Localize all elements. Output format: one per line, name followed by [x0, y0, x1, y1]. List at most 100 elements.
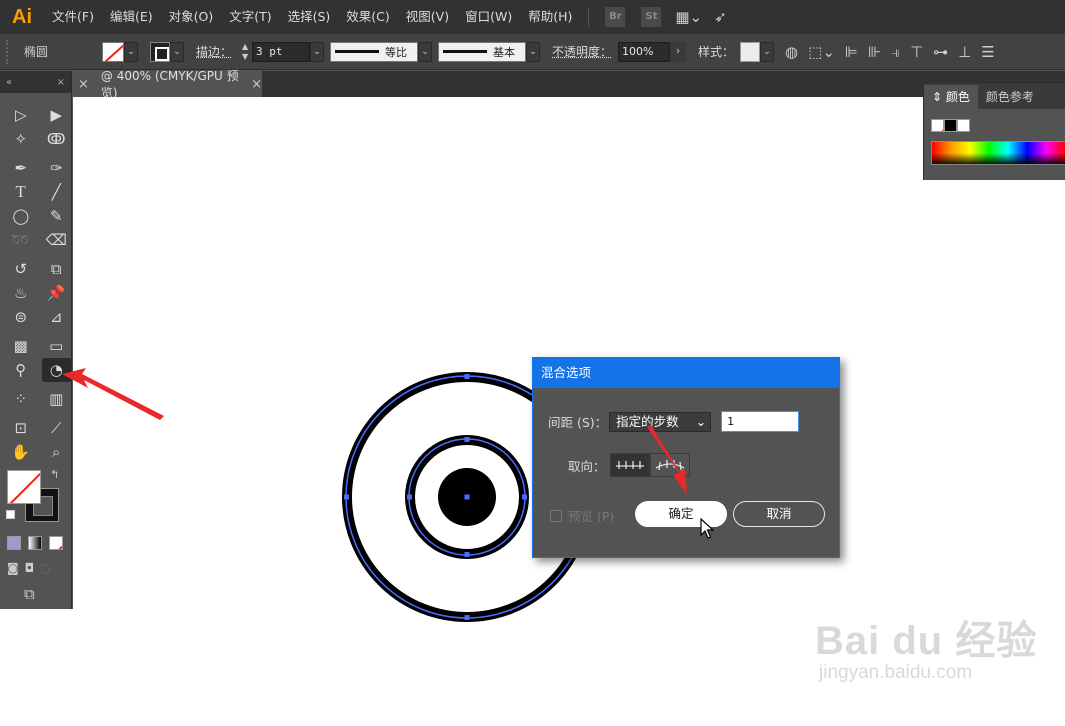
- variable-width-profile[interactable]: 等比: [330, 41, 419, 62]
- align-middle-icon[interactable]: ⊶: [933, 43, 948, 61]
- chevron-down-icon[interactable]: ⌄: [170, 41, 184, 62]
- gradient-tool-icon[interactable]: ▭: [42, 334, 72, 358]
- menu-select[interactable]: 选择(S): [280, 0, 339, 34]
- perspective-grid-tool-icon[interactable]: ⊿: [42, 305, 72, 329]
- zoom-tool-icon[interactable]: ⌕: [42, 440, 72, 464]
- bridge-button[interactable]: Br: [605, 7, 626, 27]
- artboard-canvas-left[interactable]: [0, 609, 73, 726]
- align-right-icon[interactable]: ⫣: [891, 43, 900, 61]
- anchor-point[interactable]: [407, 494, 412, 500]
- magic-wand-tool-icon[interactable]: ✧: [6, 127, 36, 151]
- dialog-title[interactable]: 混合选项: [533, 358, 839, 388]
- document-tab[interactable]: × @ 400% (CMYK/GPU 预览) ×: [72, 69, 262, 100]
- shape-builder-tool-icon[interactable]: ⊜: [6, 305, 36, 329]
- none-mode-icon[interactable]: [49, 536, 63, 550]
- distribute-icon[interactable]: ☰: [981, 43, 994, 61]
- eraser-tool-icon[interactable]: ⌫: [42, 228, 72, 252]
- menu-window[interactable]: 窗口(W): [457, 0, 520, 34]
- white-swatch[interactable]: [957, 119, 970, 132]
- paintbrush-tool-icon[interactable]: ✎: [42, 204, 72, 228]
- screen-mode-icon[interactable]: ⧉: [0, 585, 71, 603]
- selection-tool-icon[interactable]: ▷: [6, 103, 36, 127]
- menu-edit[interactable]: 编辑(E): [102, 0, 161, 34]
- stroke-weight-input[interactable]: 3 pt: [252, 41, 311, 62]
- shaper-tool-icon[interactable]: ➿: [6, 228, 36, 252]
- workspace-layout-icon[interactable]: ▦⌄: [675, 8, 702, 26]
- line-tool-icon[interactable]: ╱: [42, 180, 72, 204]
- warp-tool-icon[interactable]: ♨: [6, 281, 36, 305]
- black-swatch[interactable]: [944, 119, 957, 132]
- lasso-tool-icon[interactable]: ↂ: [42, 127, 72, 151]
- stroke-stepper[interactable]: ▲ ▼: [238, 42, 252, 62]
- cancel-button[interactable]: 取消: [733, 501, 825, 527]
- collapse-icon[interactable]: «: [6, 77, 12, 88]
- rotate-tool-icon[interactable]: ↺: [6, 257, 36, 281]
- menu-object[interactable]: 对象(O): [161, 0, 222, 34]
- opacity-input[interactable]: 100%: [618, 41, 671, 62]
- artboard-tool-icon[interactable]: ⊡: [6, 416, 36, 440]
- anchor-point[interactable]: [464, 437, 470, 442]
- draw-normal-icon[interactable]: ◙: [7, 561, 19, 575]
- symbol-sprayer-tool-icon[interactable]: ⁘: [6, 387, 36, 411]
- tab-color-guide[interactable]: 颜色参考: [978, 85, 1042, 109]
- draw-behind-icon[interactable]: ◘: [25, 561, 35, 575]
- menu-view[interactable]: 视图(V): [398, 0, 457, 34]
- align-bottom-icon[interactable]: ⊥: [958, 43, 971, 61]
- brush-definition[interactable]: 基本: [438, 41, 527, 62]
- anchor-point[interactable]: [464, 552, 470, 557]
- recolor-artwork-icon[interactable]: ◍: [785, 43, 798, 61]
- fill-swatch[interactable]: [102, 41, 124, 62]
- menu-file[interactable]: 文件(F): [44, 0, 102, 34]
- align-to-page-icon[interactable]: [609, 453, 650, 477]
- anchor-point[interactable]: [464, 615, 470, 620]
- menu-effect[interactable]: 效果(C): [338, 0, 397, 34]
- chevron-down-icon[interactable]: ⌄: [760, 41, 775, 62]
- hand-tool-icon[interactable]: ✋: [6, 440, 36, 464]
- graphic-style-swatch[interactable]: [740, 41, 761, 62]
- align-to-selection-icon[interactable]: ⬚⌄: [808, 43, 835, 61]
- chevron-down-icon[interactable]: ⌄: [310, 41, 325, 62]
- default-colors-icon[interactable]: [6, 510, 15, 519]
- eyedropper-tool-icon[interactable]: ⚲: [6, 358, 36, 382]
- gradient-mode-icon[interactable]: [28, 536, 42, 550]
- color-mode-icon[interactable]: [7, 536, 21, 550]
- anchor-point[interactable]: [464, 494, 470, 500]
- ellipse-tool-icon[interactable]: ◯: [6, 204, 36, 228]
- preview-checkbox[interactable]: [550, 509, 562, 522]
- chevron-down-icon[interactable]: ⌄: [526, 41, 541, 62]
- none-swatch[interactable]: [931, 119, 944, 132]
- close-icon[interactable]: ×: [78, 77, 89, 92]
- chevron-down-icon[interactable]: ⌄: [418, 41, 433, 62]
- chevron-down-icon[interactable]: ⌄: [124, 41, 138, 62]
- tools-panel-header[interactable]: « ×: [0, 71, 71, 93]
- anchor-point[interactable]: [464, 374, 470, 379]
- scale-tool-icon[interactable]: ⧉: [42, 257, 72, 281]
- steps-input[interactable]: 1: [721, 411, 800, 432]
- swap-fill-stroke-icon[interactable]: ↰: [50, 468, 59, 481]
- anchor-point[interactable]: [522, 494, 527, 500]
- menu-type[interactable]: 文字(T): [221, 0, 279, 34]
- anchor-point[interactable]: [344, 494, 349, 500]
- direct-selection-tool-icon[interactable]: ▶: [42, 103, 72, 127]
- close-icon[interactable]: ×: [251, 77, 262, 92]
- draw-inside-icon[interactable]: ◌: [40, 561, 50, 575]
- stock-button[interactable]: St: [641, 7, 662, 27]
- mesh-tool-icon[interactable]: ▩: [6, 334, 36, 358]
- fill-color-box[interactable]: [7, 470, 41, 504]
- chevron-right-icon[interactable]: ›: [670, 41, 687, 62]
- gpu-rocket-icon[interactable]: ➶: [714, 8, 727, 26]
- align-left-icon[interactable]: ⊫: [845, 43, 858, 61]
- close-icon[interactable]: ×: [57, 77, 65, 88]
- pen-tool-icon[interactable]: ✒: [6, 156, 36, 180]
- stroke-swatch[interactable]: [150, 41, 170, 62]
- puppet-warp-tool-icon[interactable]: 📌: [42, 281, 72, 305]
- opacity-label[interactable]: 不透明度：: [552, 43, 612, 60]
- type-tool-icon[interactable]: T: [6, 180, 36, 204]
- tab-color[interactable]: ⇕ 颜色: [924, 85, 978, 109]
- menu-help[interactable]: 帮助(H): [520, 0, 580, 34]
- color-spectrum[interactable]: [931, 141, 1065, 165]
- stroke-label[interactable]: 描边：: [196, 43, 232, 60]
- align-top-icon[interactable]: ⊤: [910, 43, 923, 61]
- align-center-icon[interactable]: ⊪: [868, 43, 881, 61]
- curvature-tool-icon[interactable]: ✑: [42, 156, 72, 180]
